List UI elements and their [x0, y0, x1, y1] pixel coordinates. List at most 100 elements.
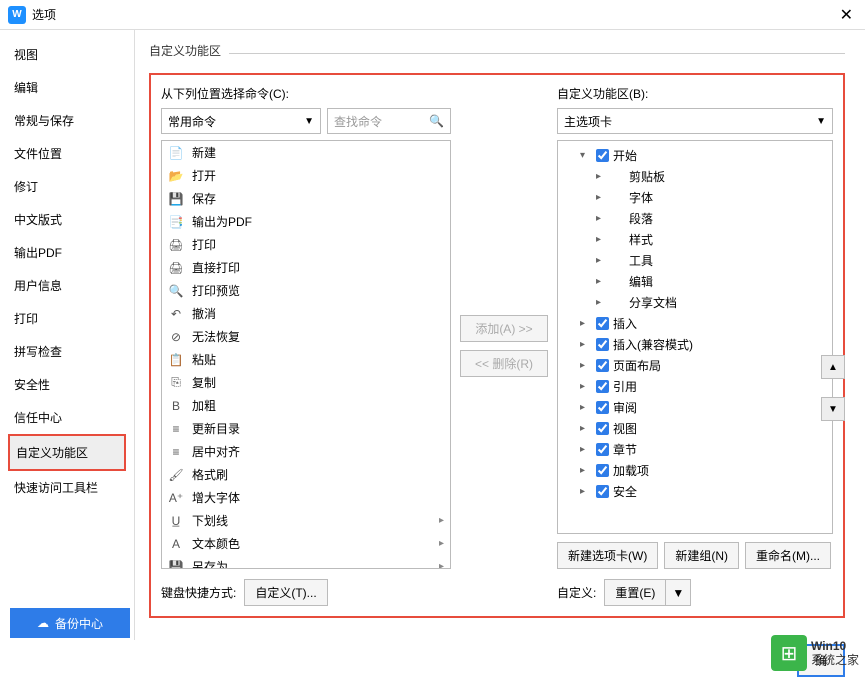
tab-checkbox[interactable]: [596, 338, 609, 351]
tree-item[interactable]: ▸审阅: [558, 397, 832, 418]
move-up-button[interactable]: ▲: [821, 355, 845, 379]
reset-dropdown-button[interactable]: ▼: [666, 579, 691, 606]
sidebar-item-view[interactable]: 视图: [8, 38, 126, 71]
command-item[interactable]: ⎘复制: [162, 371, 450, 394]
sidebar-item-cn-layout[interactable]: 中文版式: [8, 203, 126, 236]
customize-shortcut-button[interactable]: 自定义(T)...: [244, 579, 327, 606]
tree-item[interactable]: ▸工具: [558, 250, 832, 271]
tree-item[interactable]: ▸视图: [558, 418, 832, 439]
command-item[interactable]: 📂打开: [162, 164, 450, 187]
expander-icon[interactable]: ▸: [580, 339, 592, 350]
command-item[interactable]: 🖌格式刷: [162, 463, 450, 486]
tree-item[interactable]: ▸插入(兼容模式): [558, 334, 832, 355]
command-item[interactable]: ≡更新目录: [162, 417, 450, 440]
ribbon-scope-dropdown[interactable]: 主选项卡▼: [557, 108, 833, 134]
search-commands-input[interactable]: 查找命令 🔍: [327, 108, 451, 134]
backup-center-button[interactable]: ☁ 备份中心: [10, 608, 130, 638]
expander-icon[interactable]: ▸: [580, 444, 592, 455]
command-item[interactable]: ⊘无法恢复: [162, 325, 450, 348]
command-item[interactable]: B加粗: [162, 394, 450, 417]
tree-item[interactable]: ▸分享文档: [558, 292, 832, 313]
move-down-button[interactable]: ▼: [821, 397, 845, 421]
commands-listbox[interactable]: 📄新建📂打开💾保存📑输出为PDF🖨打印🖨直接打印🔍打印预览↶撤消⊘无法恢复📋粘贴…: [161, 140, 451, 569]
command-item[interactable]: 📋粘贴: [162, 348, 450, 371]
expander-icon[interactable]: ▾: [580, 150, 592, 161]
category-sidebar: 视图 编辑 常规与保存 文件位置 修订 中文版式 输出PDF 用户信息 打印 拼…: [0, 30, 135, 640]
new-group-button[interactable]: 新建组(N): [664, 542, 739, 569]
expander-icon[interactable]: ▸: [580, 360, 592, 371]
open-icon: 📂: [168, 169, 184, 183]
tab-checkbox[interactable]: [596, 422, 609, 435]
ribbon-tree[interactable]: ▾开始▸剪贴板▸字体▸段落▸样式▸工具▸编辑▸分享文档▸插入▸插入(兼容模式)▸…: [557, 140, 833, 534]
tab-checkbox[interactable]: [596, 401, 609, 414]
tree-item[interactable]: ▸剪贴板: [558, 166, 832, 187]
tree-item[interactable]: ▸安全: [558, 481, 832, 502]
backup-icon: ☁: [37, 616, 49, 630]
sidebar-item-trust-center[interactable]: 信任中心: [8, 401, 126, 434]
sidebar-item-edit[interactable]: 编辑: [8, 71, 126, 104]
expander-icon[interactable]: ▸: [596, 297, 608, 308]
expander-icon[interactable]: ▸: [580, 465, 592, 476]
rename-button[interactable]: 重命名(M)...: [745, 542, 831, 569]
tab-checkbox[interactable]: [596, 149, 609, 162]
command-item[interactable]: ≡居中对齐: [162, 440, 450, 463]
tab-checkbox[interactable]: [596, 359, 609, 372]
tab-checkbox[interactable]: [596, 464, 609, 477]
close-icon[interactable]: ✕: [836, 5, 857, 25]
underline-icon: U̲: [168, 514, 184, 528]
sidebar-item-security[interactable]: 安全性: [8, 368, 126, 401]
add-command-button[interactable]: 添加(A) >>: [460, 315, 548, 342]
tab-checkbox[interactable]: [596, 317, 609, 330]
expander-icon[interactable]: ▸: [580, 318, 592, 329]
tab-checkbox[interactable]: [596, 443, 609, 456]
command-item[interactable]: 🖨直接打印: [162, 256, 450, 279]
command-item[interactable]: 📄新建: [162, 141, 450, 164]
command-item[interactable]: 💾保存: [162, 187, 450, 210]
tree-item[interactable]: ▸样式: [558, 229, 832, 250]
new-tab-button[interactable]: 新建选项卡(W): [557, 542, 658, 569]
sidebar-item-print[interactable]: 打印: [8, 302, 126, 335]
tree-item[interactable]: ▸编辑: [558, 271, 832, 292]
commands-source-dropdown[interactable]: 常用命令▼: [161, 108, 321, 134]
sidebar-item-customize-ribbon[interactable]: 自定义功能区: [8, 434, 126, 471]
tree-item[interactable]: ▸引用: [558, 376, 832, 397]
command-item[interactable]: 📑输出为PDF: [162, 210, 450, 233]
expander-icon[interactable]: ▸: [580, 486, 592, 497]
sidebar-item-revision[interactable]: 修订: [8, 170, 126, 203]
tree-item[interactable]: ▸字体: [558, 187, 832, 208]
tree-item[interactable]: ▸插入: [558, 313, 832, 334]
command-item[interactable]: U̲下划线▸: [162, 509, 450, 532]
tree-item[interactable]: ▸页面布局: [558, 355, 832, 376]
command-item[interactable]: A文本颜色▸: [162, 532, 450, 555]
tree-item[interactable]: ▸加载项: [558, 460, 832, 481]
command-item[interactable]: 🖨打印: [162, 233, 450, 256]
expander-icon[interactable]: ▸: [596, 213, 608, 224]
expander-icon[interactable]: ▸: [596, 255, 608, 266]
search-placeholder: 查找命令: [334, 113, 382, 130]
sidebar-item-spellcheck[interactable]: 拼写检查: [8, 335, 126, 368]
sidebar-item-output-pdf[interactable]: 输出PDF: [8, 236, 126, 269]
command-item[interactable]: 💾另存为▸: [162, 555, 450, 569]
expander-icon[interactable]: ▸: [596, 234, 608, 245]
chevron-down-icon: ▼: [304, 116, 314, 127]
expander-icon[interactable]: ▸: [596, 276, 608, 287]
command-item[interactable]: ↶撤消: [162, 302, 450, 325]
sidebar-item-general-save[interactable]: 常规与保存: [8, 104, 126, 137]
tree-item[interactable]: ▸段落: [558, 208, 832, 229]
reset-button[interactable]: 重置(E): [604, 579, 666, 606]
sidebar-item-file-location[interactable]: 文件位置: [8, 137, 126, 170]
expander-icon[interactable]: ▸: [580, 402, 592, 413]
expander-icon[interactable]: ▸: [596, 192, 608, 203]
tab-checkbox[interactable]: [596, 380, 609, 393]
expander-icon[interactable]: ▸: [580, 423, 592, 434]
command-item[interactable]: 🔍打印预览: [162, 279, 450, 302]
expander-icon[interactable]: ▸: [580, 381, 592, 392]
expander-icon[interactable]: ▸: [596, 171, 608, 182]
command-item[interactable]: A⁺增大字体: [162, 486, 450, 509]
sidebar-item-user-info[interactable]: 用户信息: [8, 269, 126, 302]
sidebar-item-quick-access[interactable]: 快速访问工具栏: [8, 471, 126, 504]
tree-item[interactable]: ▾开始: [558, 145, 832, 166]
tab-checkbox[interactable]: [596, 485, 609, 498]
tree-item[interactable]: ▸章节: [558, 439, 832, 460]
remove-command-button[interactable]: << 删除(R): [460, 350, 548, 377]
